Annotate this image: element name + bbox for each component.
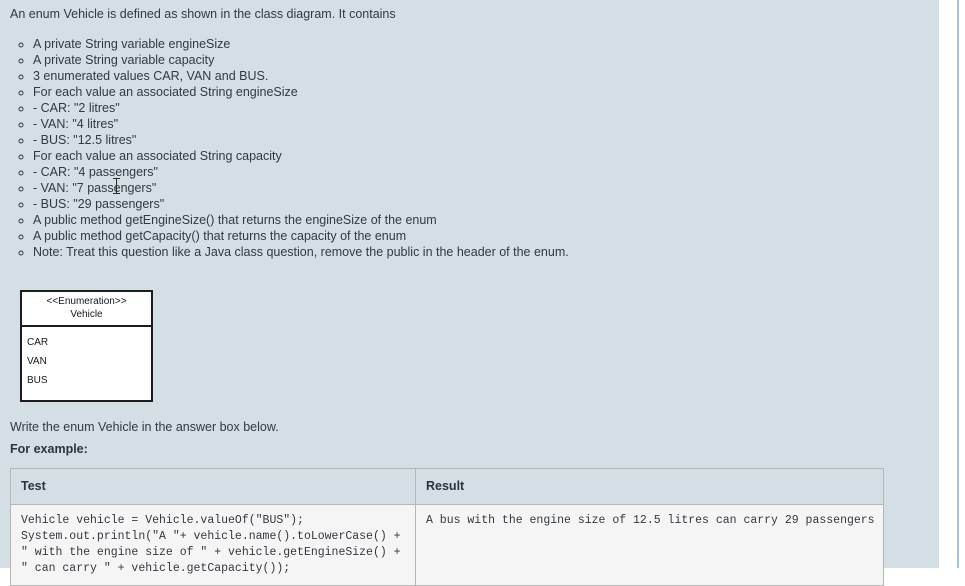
list-item: - CAR: "4 passengers": [33, 164, 939, 180]
uml-stereotype: <<Enumeration>>: [46, 296, 127, 307]
requirements-list: A private String variable engineSize A p…: [0, 36, 939, 260]
list-item: A public method getEngineSize() that ret…: [33, 212, 939, 228]
list-item: 3 enumerated values CAR, VAN and BUS.: [33, 68, 939, 84]
question-page: An enum Vehicle is defined as shown in t…: [0, 0, 939, 586]
column-header-test: Test: [10, 468, 416, 505]
answer-instruction: Write the enum Vehicle in the answer box…: [10, 420, 279, 434]
cell-result: A bus with the engine size of 12.5 litre…: [415, 504, 884, 586]
uml-enum-value: CAR: [27, 337, 49, 348]
table-row: Vehicle vehicle = Vehicle.valueOf("BUS")…: [10, 504, 884, 586]
list-item: A public method getCapacity() that retur…: [33, 228, 939, 244]
class-diagram: <<Enumeration>> Vehicle CAR VAN BUS: [20, 290, 939, 402]
list-item: - BUS: "29 passengers": [33, 196, 939, 212]
question-intro: An enum Vehicle is defined as shown in t…: [10, 7, 396, 21]
result-output: A bus with the engine size of 12.5 litre…: [426, 514, 875, 527]
list-item: - VAN: "4 litres": [33, 116, 939, 132]
cell-test: Vehicle vehicle = Vehicle.valueOf("BUS")…: [10, 504, 416, 586]
uml-class-name: Vehicle: [70, 309, 103, 320]
example-table: Test Result Vehicle vehicle = Vehicle.va…: [10, 468, 884, 586]
list-item: - VAN: "7 passengers": [33, 180, 939, 196]
list-item: For each value an associated String capa…: [33, 148, 939, 164]
uml-enum-values: CAR VAN BUS: [22, 327, 151, 400]
list-item: - CAR: "2 litres": [33, 100, 939, 116]
list-item: A private String variable engineSize: [33, 36, 939, 52]
list-item: - BUS: "12.5 litres": [33, 132, 939, 148]
uml-class-header: <<Enumeration>> Vehicle: [22, 292, 151, 327]
table-header-row: Test Result: [10, 468, 884, 505]
uml-class-box: <<Enumeration>> Vehicle CAR VAN BUS: [20, 290, 153, 402]
for-example-label: For example:: [10, 442, 88, 456]
list-item: Note: Treat this question like a Java cl…: [33, 244, 939, 260]
list-item: A private String variable capacity: [33, 52, 939, 68]
uml-enum-value: BUS: [27, 375, 48, 386]
test-code: Vehicle vehicle = Vehicle.valueOf("BUS")…: [21, 514, 401, 575]
page-right-rule: [957, 0, 959, 568]
column-header-result: Result: [415, 468, 884, 505]
list-item: For each value an associated String engi…: [33, 84, 939, 100]
uml-enum-value: VAN: [27, 356, 47, 367]
